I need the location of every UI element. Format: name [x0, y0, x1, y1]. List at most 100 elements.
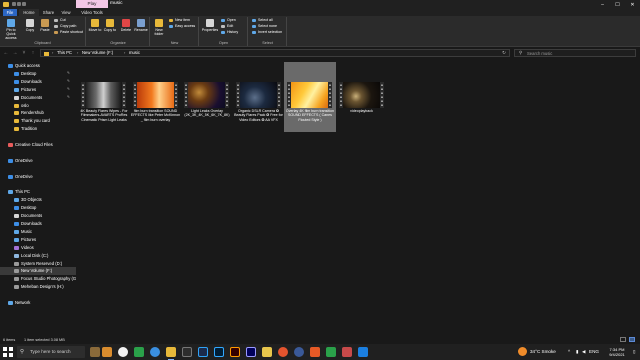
file-item[interactable]: Organic DSLR Camera ✪ Beauty Flares Pack…: [233, 62, 285, 132]
rename-button[interactable]: Rename: [134, 19, 148, 32]
edit-button[interactable]: Edit: [221, 24, 233, 29]
paste-shortcut-button[interactable]: Paste shortcut: [54, 30, 83, 35]
search-box[interactable]: ⚲: [514, 49, 636, 57]
nav-item-thank-you-card[interactable]: Thank you card: [0, 117, 76, 125]
cortana-app-icon[interactable]: [90, 347, 100, 357]
up-button[interactable]: ↑: [30, 50, 36, 56]
nav-item-network[interactable]: Network: [0, 299, 76, 307]
nav-item-this-pc[interactable]: This PC: [0, 188, 76, 196]
microsoft-store-icon[interactable]: [134, 347, 144, 357]
nav-item-system-reserved-d[interactable]: System Reserved (D:): [0, 260, 76, 268]
nav-item-quick-access[interactable]: Quick access: [0, 62, 76, 70]
nav-item-desktop[interactable]: Desktop: [0, 204, 76, 212]
new-folder-quick-icon[interactable]: [17, 2, 21, 6]
illustrator-icon[interactable]: [230, 347, 240, 357]
copy-button[interactable]: Copy: [23, 19, 37, 32]
open-button[interactable]: Open: [221, 18, 236, 23]
sticky-notes-icon[interactable]: [262, 347, 272, 357]
nav-item-3d-objects[interactable]: 3D Objects: [0, 196, 76, 204]
large-icons-view-button[interactable]: [629, 337, 635, 342]
close-button[interactable]: ✕: [625, 0, 640, 9]
photoshop-alt-icon[interactable]: [214, 347, 224, 357]
customize-quick-icon[interactable]: [22, 2, 26, 6]
nav-item-pictures[interactable]: Pictures: [0, 236, 76, 244]
weather-icon[interactable]: [518, 347, 527, 356]
nav-item-rendershub[interactable]: Rendershub: [0, 109, 76, 117]
chrome-icon[interactable]: [326, 347, 336, 357]
paste-button[interactable]: Paste: [38, 19, 52, 32]
minimize-button[interactable]: –: [595, 0, 610, 9]
nav-item-pictures[interactable]: Pictures ✎: [0, 86, 76, 94]
file-item[interactable]: Light Leaks Overlay (2K_3K_4K_5K_6K_7K_8…: [181, 62, 233, 132]
breadcrumb-music[interactable]: music: [129, 50, 140, 56]
select-all-button[interactable]: Select all: [252, 18, 273, 23]
tab-view[interactable]: View: [58, 9, 74, 16]
volume-icon[interactable]: ◀: [582, 344, 586, 360]
photoshop-icon[interactable]: [198, 347, 208, 357]
file-item[interactable]: videoplayback: [336, 62, 388, 132]
refresh-icon[interactable]: ↻: [502, 50, 506, 56]
firefox-icon[interactable]: [278, 347, 288, 357]
nav-item-local-disk-c[interactable]: Local Disk (C:): [0, 252, 76, 260]
breadcrumb-new-volume[interactable]: New Volume (F:): [82, 50, 113, 56]
start-button[interactable]: [3, 347, 13, 357]
clock[interactable]: 7:34 PM 9/4/2021: [602, 347, 632, 357]
file-explorer-icon[interactable]: [166, 347, 176, 360]
move-to-button[interactable]: Move to: [88, 19, 102, 32]
task-view-icon[interactable]: [118, 347, 128, 357]
network-tray-icon[interactable]: ▮: [576, 344, 579, 360]
nav-item-tradition[interactable]: Tradition: [0, 125, 76, 133]
back-button[interactable]: ←: [3, 50, 9, 56]
nav-item-onedrive[interactable]: OneDrive: [0, 173, 76, 181]
tab-video-tools[interactable]: Video Tools: [76, 9, 108, 16]
nav-item-focus-studio-photography-g[interactable]: Focus Studio Photography (G:): [0, 275, 76, 283]
details-view-button[interactable]: [620, 337, 626, 342]
copy-to-button[interactable]: Copy to: [103, 19, 117, 32]
properties-button[interactable]: Properties: [201, 19, 219, 32]
invert-selection-button[interactable]: Invert selection: [252, 30, 282, 35]
nav-item-meheban-design-s-h[interactable]: Meheban Design's (H:): [0, 283, 76, 291]
widgets-app-icon[interactable]: [102, 347, 112, 357]
nav-item-downloads[interactable]: Downloads: [0, 220, 76, 228]
facebook-icon[interactable]: [294, 347, 304, 357]
contextual-tab-play[interactable]: Play: [76, 0, 108, 8]
easy-access-button[interactable]: Easy access: [169, 24, 195, 29]
nav-item-videos[interactable]: Videos: [0, 244, 76, 252]
file-item[interactable]: Overlay 4K film burn transition SOUND EF…: [284, 62, 336, 132]
delete-button[interactable]: Delete: [119, 19, 133, 32]
history-button[interactable]: History: [221, 30, 238, 35]
new-folder-button[interactable]: New folder: [152, 19, 166, 36]
file-item[interactable]: film burn transition SOUND EFFECTS like …: [130, 62, 182, 132]
tab-file[interactable]: File: [3, 9, 17, 16]
vlc-icon[interactable]: [310, 347, 320, 357]
pin-to-quick-access-button[interactable]: Pin to Quick access: [2, 19, 20, 40]
forward-button[interactable]: →: [12, 50, 18, 56]
tab-share[interactable]: Share: [40, 9, 57, 16]
notifications-icon[interactable]: ▯: [633, 344, 636, 360]
tab-home[interactable]: Home: [19, 9, 39, 16]
maximize-button[interactable]: ☐: [610, 0, 625, 9]
nav-item-documents[interactable]: Documents: [0, 212, 76, 220]
edge-icon[interactable]: [150, 347, 160, 357]
weather-text[interactable]: 34°C Smoke: [530, 344, 556, 360]
file-item[interactable]: 4K Beauty Flares Wipes - For Filmmakers-…: [78, 62, 130, 132]
nav-item-new-volume-f[interactable]: New Volume (F:): [0, 267, 76, 275]
cut-button[interactable]: Cut: [54, 18, 66, 23]
nav-item-oslo[interactable]: oslo: [0, 102, 76, 110]
language-indicator[interactable]: ENG: [589, 344, 599, 360]
nav-item-downloads[interactable]: Downloads ✎: [0, 78, 76, 86]
nav-item-creative-cloud-files[interactable]: Creative Cloud Files: [0, 141, 76, 149]
nav-item-onedrive[interactable]: OneDrive: [0, 157, 76, 165]
nav-item-desktop[interactable]: Desktop ✎: [0, 70, 76, 78]
breadcrumb-this-pc[interactable]: This PC: [57, 50, 72, 56]
nav-item-music[interactable]: Music: [0, 228, 76, 236]
premiere-icon[interactable]: [246, 347, 256, 357]
copy-path-button[interactable]: Copy path: [54, 24, 76, 29]
new-item-button[interactable]: New item: [169, 18, 190, 23]
app-icon[interactable]: [342, 347, 352, 357]
select-none-button[interactable]: Select none: [252, 24, 277, 29]
address-bar[interactable]: › This PC › New Volume (F:) › music ↻: [40, 49, 510, 57]
tray-overflow-icon[interactable]: ^: [568, 344, 570, 360]
taskbar-search[interactable]: ⚲ Type here to search: [17, 346, 85, 358]
properties-quick-icon[interactable]: [12, 2, 16, 6]
